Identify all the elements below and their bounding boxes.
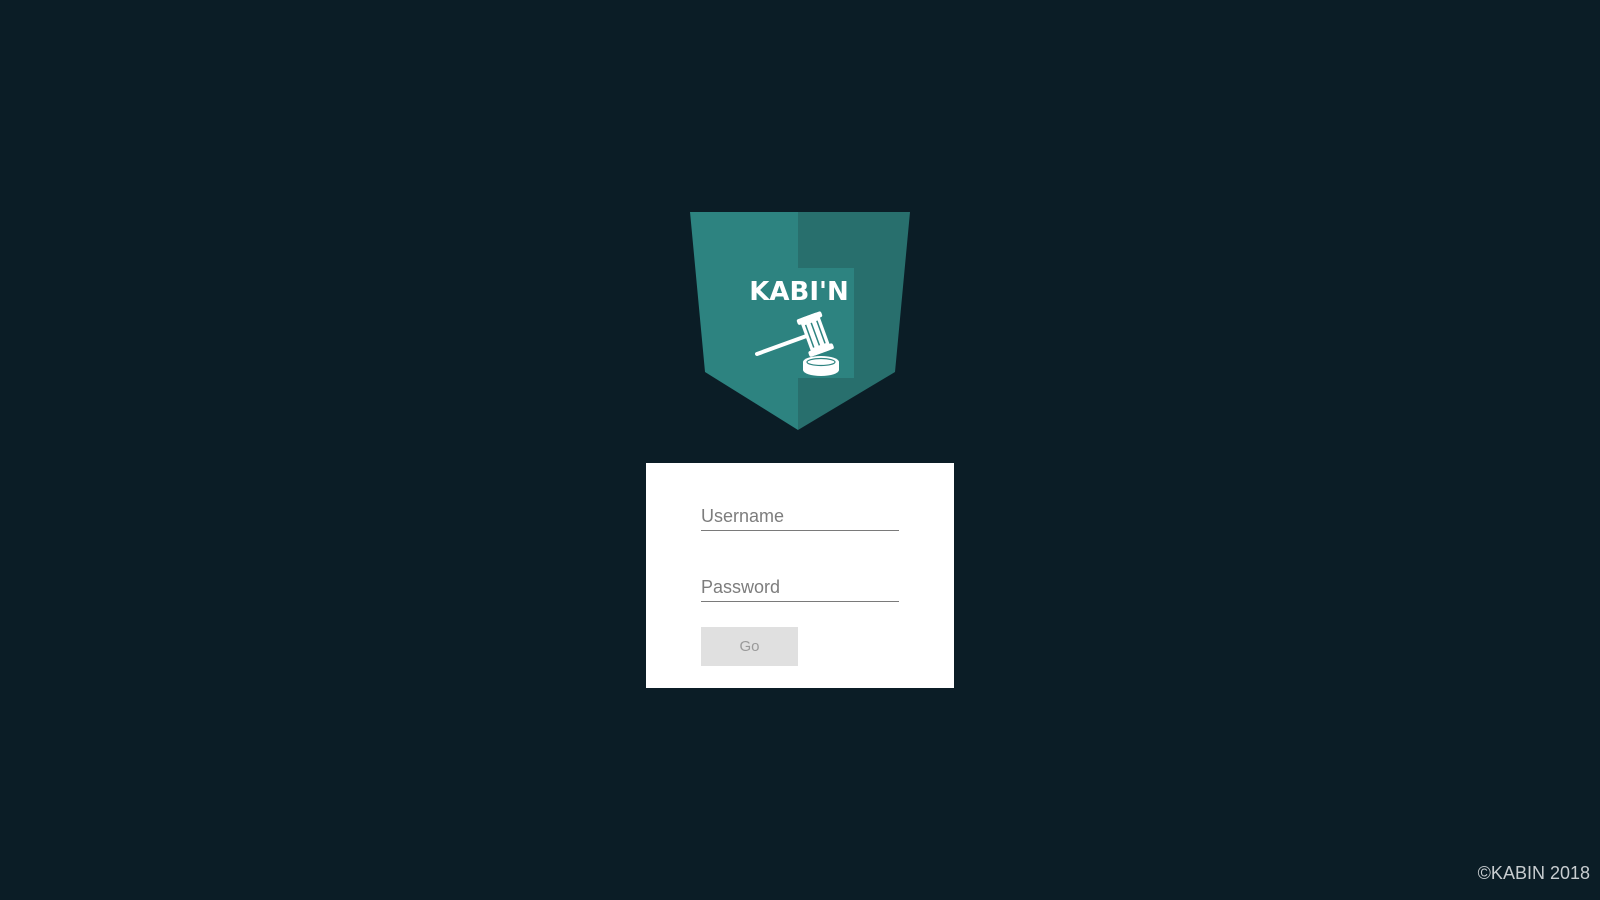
password-input[interactable] bbox=[701, 574, 899, 602]
shield-logo-icon: KABI'N bbox=[690, 212, 910, 430]
login-page: KABI'N Username Go ©KABIN 2018 bbox=[0, 0, 1600, 900]
login-form: Go bbox=[646, 463, 954, 688]
copyright-text: ©KABIN 2018 bbox=[1477, 863, 1590, 883]
go-button[interactable]: Go bbox=[701, 627, 798, 666]
username-input[interactable] bbox=[701, 503, 899, 531]
kabin-logo: KABI'N bbox=[690, 212, 910, 430]
logo-text: KABI'N bbox=[749, 277, 848, 307]
